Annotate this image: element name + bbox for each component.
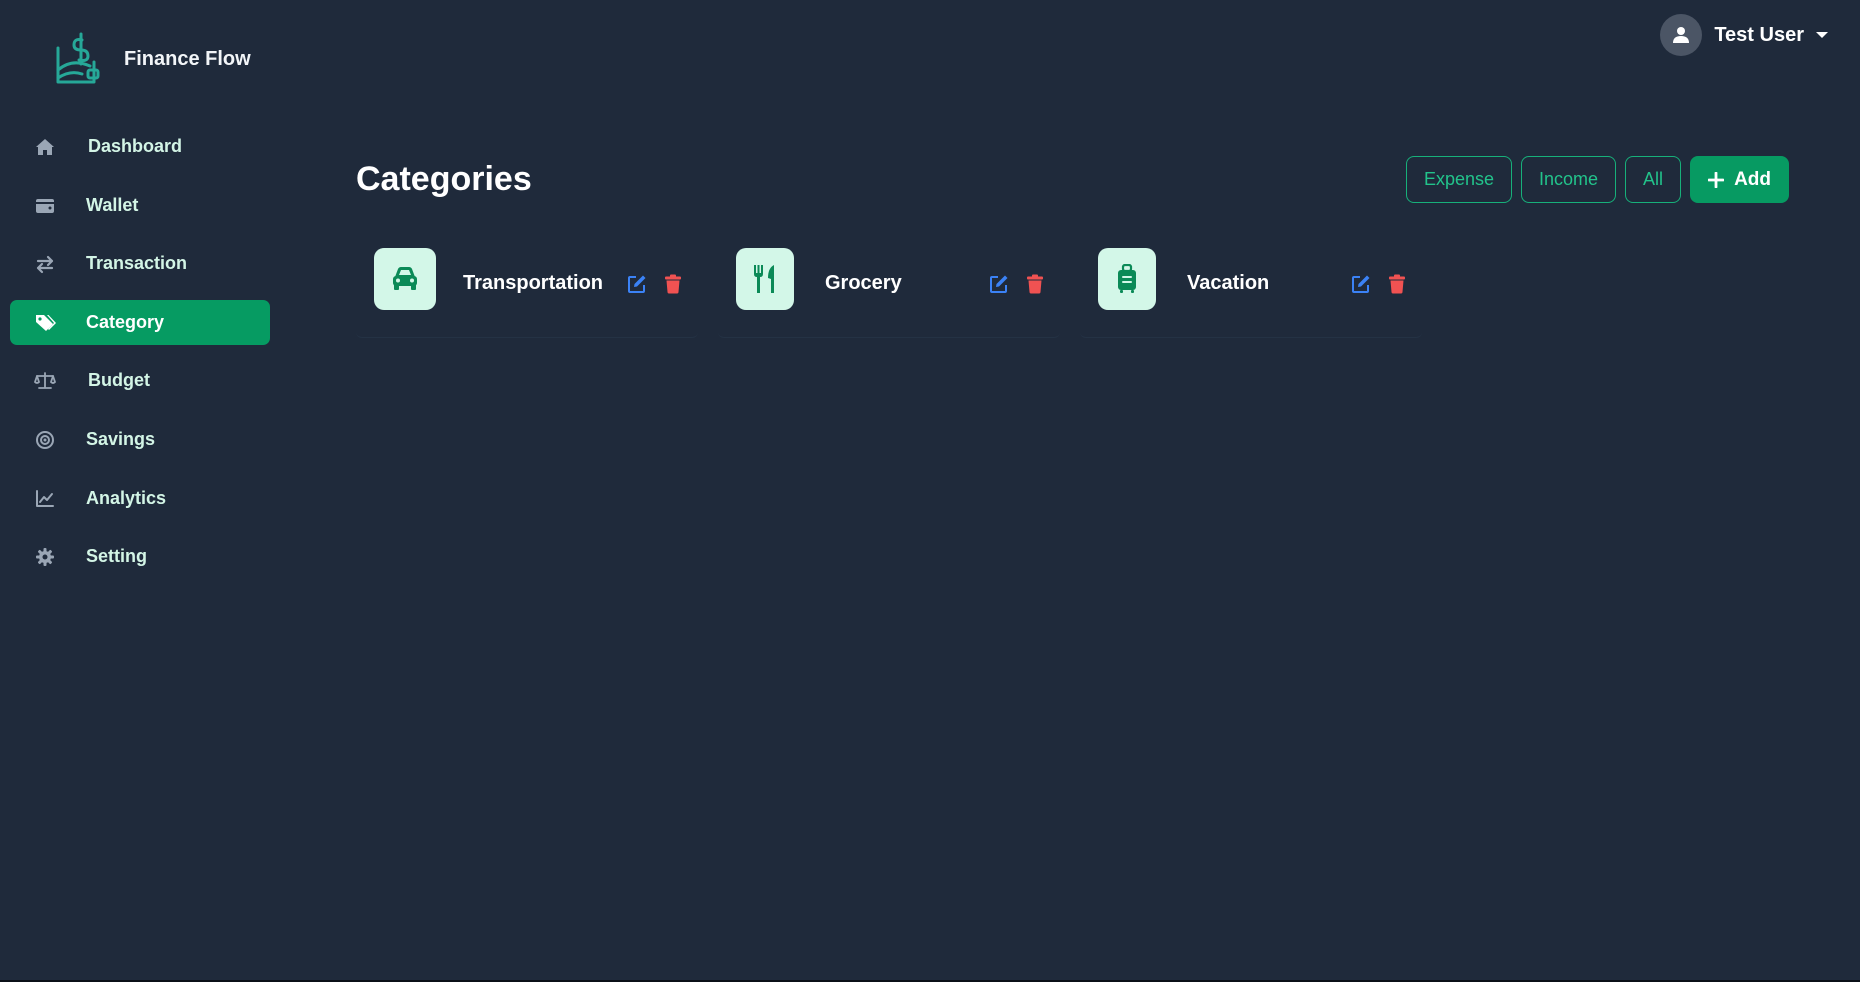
filter-all-button[interactable]: All — [1625, 156, 1682, 203]
sidebar-item-label: Analytics — [86, 487, 167, 508]
category-card-transportation: Transportation — [356, 232, 698, 338]
category-actions — [626, 273, 684, 295]
user-icon — [1673, 27, 1690, 43]
trash-icon — [1027, 274, 1043, 294]
sidebar-item-label: Dashboard — [88, 136, 183, 156]
category-label: Grocery — [825, 272, 902, 294]
edit-button[interactable] — [1350, 273, 1372, 295]
user-menu[interactable]: Test User — [1660, 14, 1828, 56]
scale-icon — [34, 372, 56, 390]
category-icon-badge — [374, 248, 436, 310]
brand[interactable]: Finance Flow — [50, 30, 251, 88]
sidebar-item-category[interactable]: Category — [10, 299, 270, 345]
category-icon-badge — [1098, 248, 1156, 310]
sidebar-item-label: Wallet — [86, 194, 139, 215]
edit-icon — [990, 275, 1008, 293]
category-card-vacation: Vacation — [1080, 232, 1422, 338]
arrows-exchange-icon — [36, 256, 54, 274]
edit-button[interactable] — [626, 273, 648, 295]
sidebar-item-label: Budget — [88, 370, 150, 391]
utensils-icon — [754, 265, 774, 293]
category-actions — [988, 273, 1046, 295]
filter-income-button[interactable]: Income — [1521, 156, 1617, 203]
edit-button[interactable] — [988, 273, 1010, 295]
delete-button[interactable] — [1024, 273, 1046, 295]
sidebar-nav: Dashboard Wallet Transaction Category Bu… — [10, 124, 270, 593]
category-label: Vacation — [1187, 272, 1270, 294]
brand-name: Finance Flow — [124, 47, 251, 70]
user-name: Test User — [1714, 23, 1804, 46]
sidebar-item-label: Setting — [86, 546, 147, 567]
category-list: Transportation Grocery Vacation — [356, 232, 1422, 338]
page-title: Categories — [356, 160, 532, 198]
sidebar-item-label: Savings — [86, 428, 156, 449]
edit-icon — [628, 275, 646, 293]
sidebar-item-savings[interactable]: Savings — [10, 417, 270, 462]
plus-icon — [1708, 171, 1725, 188]
tags-icon — [36, 314, 56, 331]
car-icon — [393, 267, 417, 290]
delete-button[interactable] — [662, 273, 684, 295]
sidebar: Finance Flow Dashboard Wallet Transactio… — [0, 0, 280, 982]
home-icon — [36, 139, 54, 155]
wallet-icon — [36, 198, 54, 213]
sidebar-item-analytics[interactable]: Analytics — [10, 476, 270, 521]
sidebar-item-transaction[interactable]: Transaction — [10, 241, 270, 286]
category-actions — [1350, 273, 1408, 295]
category-filters: Expense Income All Add — [1405, 156, 1789, 203]
line-chart-icon — [36, 489, 54, 507]
app-root: Finance Flow Dashboard Wallet Transactio… — [0, 0, 1860, 982]
add-button-label: Add — [1734, 168, 1771, 190]
suitcase-icon — [1118, 264, 1136, 293]
trash-icon — [665, 274, 681, 294]
avatar — [1660, 14, 1703, 56]
delete-button[interactable] — [1386, 273, 1408, 295]
sidebar-item-dashboard[interactable]: Dashboard — [10, 124, 270, 169]
chevron-down-icon — [1816, 32, 1828, 38]
trash-icon — [1389, 274, 1405, 294]
gear-icon — [36, 548, 54, 567]
sidebar-item-wallet[interactable]: Wallet — [10, 183, 270, 228]
edit-icon — [1352, 275, 1370, 293]
sidebar-item-label: Category — [86, 311, 165, 332]
target-icon — [36, 430, 54, 449]
finance-logo-icon — [56, 32, 100, 84]
add-category-button[interactable]: Add — [1690, 156, 1789, 203]
category-icon-badge — [736, 248, 794, 310]
sidebar-item-label: Transaction — [86, 253, 188, 274]
filter-expense-button[interactable]: Expense — [1405, 156, 1513, 203]
category-label: Transportation — [463, 272, 604, 294]
category-card-grocery: Grocery — [718, 232, 1060, 338]
sidebar-item-setting[interactable]: Setting — [10, 534, 270, 579]
sidebar-item-budget[interactable]: Budget — [10, 358, 270, 403]
